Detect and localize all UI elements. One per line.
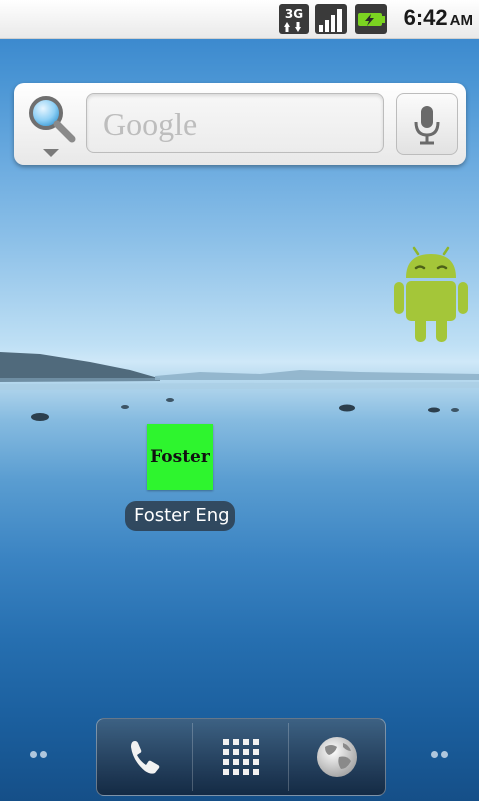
browser-button[interactable] (289, 719, 385, 795)
app-icon-text: Foster (150, 447, 210, 467)
microphone-icon (414, 106, 440, 145)
android-widget[interactable] (390, 246, 472, 346)
globe-icon (317, 737, 357, 777)
page-dot (30, 751, 37, 758)
svg-text:3G: 3G (285, 7, 303, 21)
landscape-shoreline (0, 352, 479, 421)
clock-ampm: AM (449, 12, 473, 29)
voice-search-button[interactable] (396, 93, 458, 155)
clock-time: 6:42 (403, 5, 448, 30)
app-label[interactable]: Foster Eng (125, 501, 235, 531)
clock: 6:42 AM (404, 5, 473, 31)
phone-button[interactable] (97, 719, 193, 795)
google-search-widget[interactable]: Google (14, 83, 466, 165)
battery-charging-icon (354, 3, 388, 39)
app-launcher-button[interactable] (193, 719, 289, 795)
3g-data-icon: 3G (278, 3, 310, 39)
android-robot-icon (394, 246, 468, 342)
dock (96, 718, 386, 796)
page-dot (441, 751, 448, 758)
search-source-button[interactable] (24, 91, 86, 157)
home-screen: 3G 6:42 AM Google Foster Foster Eng (0, 0, 479, 801)
foster-app-icon[interactable]: Foster (147, 424, 213, 490)
page-dot (431, 751, 438, 758)
search-icon (29, 96, 76, 157)
phone-icon (131, 741, 160, 774)
status-bar[interactable]: 3G 6:42 AM (0, 0, 479, 39)
page-indicator-right[interactable] (429, 748, 453, 762)
page-dot (40, 751, 47, 758)
page-indicator-left[interactable] (28, 748, 52, 762)
signal-strength-icon (314, 3, 348, 39)
search-input[interactable]: Google (86, 93, 384, 153)
grid-icon (223, 739, 259, 775)
